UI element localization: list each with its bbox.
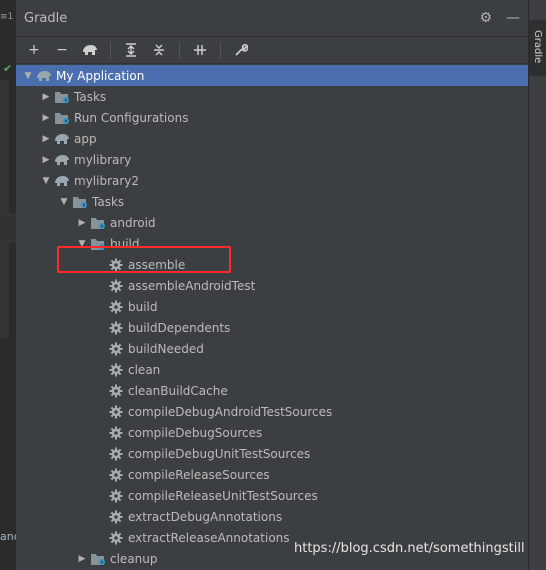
tree-row[interactable]: build [16,296,528,317]
folder-gear-icon [54,89,70,105]
tree-row[interactable]: clean [16,359,528,380]
chevron-down-icon[interactable]: ▼ [38,176,54,186]
gear-icon [108,278,124,294]
editor-current-line [0,213,16,243]
gear-icon [108,362,124,378]
toggle-offline-icon[interactable] [190,40,210,60]
chevron-right-icon[interactable]: ▶ [74,554,90,564]
tree-row-label: android [110,215,156,230]
gear-icon [108,446,124,462]
tree-row-label: mylibrary2 [74,173,140,188]
tree-row-label: build [128,299,158,314]
tree-row[interactable]: compileDebugUnitTestSources [16,443,528,464]
hide-icon[interactable]: — [506,10,520,26]
tree-row-label: Tasks [92,194,125,209]
tree-row[interactable]: compileReleaseSources [16,464,528,485]
watermark: https://blog.csdn.net/somethingstill [294,541,525,556]
tree-row-label: compileReleaseUnitTestSources [128,488,318,503]
chevron-right-icon[interactable]: ▶ [38,134,54,144]
gradle-elephant-icon [54,131,70,147]
tool-window-header: Gradle ⚙ — [16,0,528,37]
tree-row[interactable]: assembleAndroidTest [16,275,528,296]
toolbar-separator [179,42,180,58]
add-icon[interactable]: + [24,40,44,60]
chevron-right-icon[interactable]: ▶ [38,92,54,102]
gear-icon [108,425,124,441]
gear-icon [108,404,124,420]
tree-row-label: Tasks [74,89,107,104]
chevron-right-icon[interactable]: ▶ [74,218,90,228]
editor-tab-fragment: ≡1 [0,12,14,22]
expand-all-icon[interactable] [121,40,141,60]
tree-row[interactable]: compileDebugSources [16,422,528,443]
toolbar-separator [110,42,111,58]
gradle-project-tree: ▼ My Application ▶ Tasks ▶ Run Configurations… [16,65,528,569]
folder-gear-icon [90,551,106,567]
gear-icon [108,341,124,357]
tree-row-label: buildDependents [128,320,231,335]
tree-row[interactable]: buildNeeded [16,338,528,359]
remove-icon[interactable]: − [52,40,72,60]
tree-row[interactable]: extractDebugAnnotations [16,506,528,527]
tree-row-label: clean [128,362,161,377]
tree-row-label: app [74,131,97,146]
tree-row-label: My Application [56,68,145,83]
tree-row-label: compileDebugUnitTestSources [128,446,311,461]
tree-row[interactable]: ▶ Run Configurations [16,107,528,128]
tree-row[interactable]: ▶ mylibrary [16,149,528,170]
check-icon: ✔ [3,62,13,75]
chevron-right-icon[interactable]: ▶ [38,113,54,123]
settings-gear-icon[interactable]: ⚙ [479,10,492,26]
tree-row-label: compileDebugSources [128,425,263,440]
wrench-icon[interactable] [231,40,251,60]
gear-icon [108,488,124,504]
gear-icon [108,299,124,315]
tree-row[interactable]: ▶ android [16,212,528,233]
tree-row[interactable]: buildDependents [16,317,528,338]
tree-row[interactable]: ▶ Tasks [16,86,528,107]
gear-icon [108,467,124,483]
chevron-down-icon[interactable]: ▼ [56,197,72,207]
gradle-elephant-icon [54,173,70,189]
editor-gutter-strip: ≡1 ✔ anc [0,0,20,570]
tree-row[interactable]: compileDebugAndroidTestSources [16,401,528,422]
collapse-all-icon[interactable] [149,40,169,60]
gear-icon [108,320,124,336]
gradle-elephant-icon[interactable] [80,40,100,60]
tree-row-label: compileReleaseSources [128,467,270,482]
tree-row-label: cleanBuildCache [128,383,228,398]
gear-icon [108,509,124,525]
folder-gear-icon [90,215,106,231]
folder-gear-icon [72,194,88,210]
tree-row-label: assembleAndroidTest [128,278,256,293]
tree-row-label: mylibrary [74,152,132,167]
tree-row-label: Run Configurations [74,110,189,125]
editor-gutter [0,80,9,338]
gradle-elephant-icon [54,152,70,168]
tree-row[interactable]: cleanBuildCache [16,380,528,401]
gear-icon [108,530,124,546]
tree-row[interactable]: ▶ app [16,128,528,149]
tree-row-label: cleanup [110,551,158,566]
tree-row[interactable]: compileReleaseUnitTestSources [16,485,528,506]
gradle-side-tab-label: Gradle [532,30,543,64]
tree-row-label: extractDebugAnnotations [128,509,283,524]
tree-row-label: compileDebugAndroidTestSources [128,404,333,419]
chevron-down-icon[interactable]: ▼ [20,71,36,81]
folder-gear-icon [54,110,70,126]
gradle-tool-window: Gradle ⚙ — + − ▼ My Application ▶ Tasks ▶ Run… [16,0,528,570]
toolbar-separator [220,42,221,58]
tree-row-label: extractReleaseAnnotations [128,530,290,545]
chevron-right-icon[interactable]: ▶ [38,155,54,165]
tree-row[interactable]: ▼ My Application [16,65,528,86]
gradle-elephant-icon [36,68,52,84]
gear-icon [108,383,124,399]
right-tool-strip: Gradle [528,0,546,570]
tree-row[interactable]: ▼ mylibrary2 [16,170,528,191]
tree-row[interactable]: ▼ Tasks [16,191,528,212]
tree-row-label: buildNeeded [128,341,204,356]
tool-window-title: Gradle [24,10,68,26]
highlight-box [57,246,231,273]
gradle-toolbar: + − [16,37,528,64]
